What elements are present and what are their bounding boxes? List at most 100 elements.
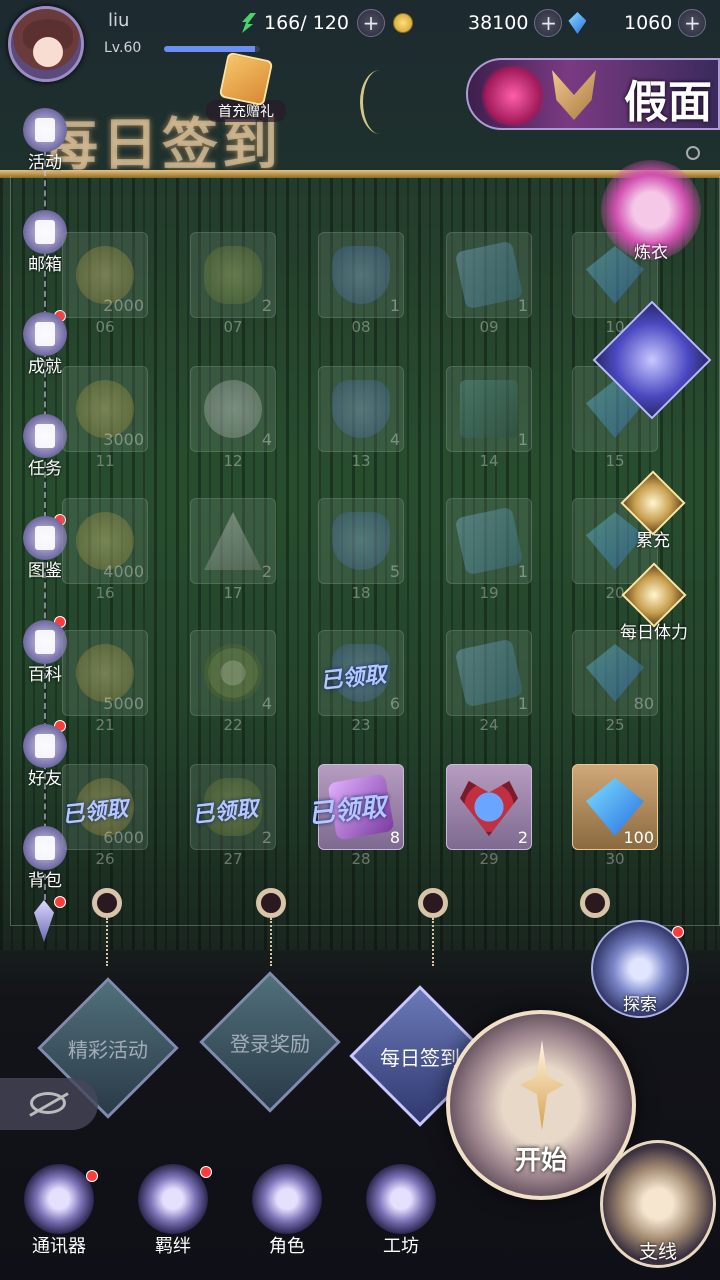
- checkin-day-cell[interactable]: 2 29: [446, 764, 532, 872]
- shop-button[interactable]: 商城: [592, 300, 712, 420]
- side-quest-button[interactable]: 支线: [600, 1140, 716, 1268]
- checkin-day-cell[interactable]: 4000 16: [62, 498, 148, 606]
- day-number: 23: [351, 716, 371, 734]
- gold-resource: 38100 +: [468, 8, 587, 38]
- checkin-day-cell[interactable]: 5000 21: [62, 630, 148, 738]
- day-number: 11: [95, 452, 115, 470]
- daily-stamina-button[interactable]: 每日体力: [604, 562, 704, 643]
- checkin-day-cell[interactable]: 100 30: [572, 764, 658, 872]
- day-number: 29: [479, 850, 499, 868]
- accumulated-recharge-button[interactable]: 累充: [610, 470, 696, 551]
- checkin-day-cell[interactable]: 2000 06: [62, 232, 148, 340]
- add-gold-button[interactable]: +: [534, 9, 563, 37]
- lianyi-button[interactable]: 炼衣: [596, 160, 706, 263]
- reward-quantity: 5: [389, 562, 400, 581]
- claimed-stamp: 已领取: [191, 796, 260, 829]
- nav-label: 羁绊: [155, 1236, 191, 1257]
- gem-resource: 1060 +: [624, 8, 707, 38]
- stamina-value: 166/ 120: [264, 12, 349, 34]
- checkin-day-cell[interactable]: 4 13: [318, 366, 404, 474]
- nav-character[interactable]: 角色: [242, 1164, 332, 1258]
- checkin-day-cell[interactable]: 4 22: [190, 630, 276, 738]
- explore-label: 探索: [623, 995, 657, 1015]
- pendant-chain: [106, 918, 108, 966]
- reward-quantity: 8: [389, 828, 400, 847]
- eye-off-icon: [30, 1092, 66, 1114]
- collapse-badge: [54, 896, 66, 908]
- lianyi-label: 炼衣: [634, 243, 668, 263]
- checkin-day-cell[interactable]: 1 08: [318, 232, 404, 340]
- masquerade-banner-text: 假面: [624, 77, 712, 128]
- gift-box-icon: [218, 51, 274, 107]
- potion-icon: [332, 246, 390, 304]
- checkin-day-cell[interactable]: 1 09: [446, 232, 532, 340]
- day-number: 19: [479, 584, 499, 602]
- add-stamina-button[interactable]: +: [356, 9, 385, 37]
- day-number: 25: [605, 716, 625, 734]
- sidebar-item-activity[interactable]: 活动: [14, 108, 76, 173]
- checkin-day-cell[interactable]: 1 19: [446, 498, 532, 606]
- nav-label: 通讯器: [32, 1236, 86, 1257]
- communicator-badge: [86, 1170, 98, 1182]
- claimed-stamp: 已领取: [319, 662, 388, 695]
- nav-bonds[interactable]: 羁绊: [128, 1164, 218, 1258]
- gold-coin-icon: [392, 13, 413, 33]
- character-icon: [252, 1164, 322, 1234]
- potion-icon: [332, 380, 390, 438]
- day-number: 15: [605, 452, 625, 470]
- masquerade-event-banner[interactable]: 假面: [466, 58, 720, 130]
- first-recharge-gift-button[interactable]: 首充赠礼: [206, 51, 286, 122]
- nav-workshop[interactable]: 工坊: [356, 1164, 446, 1258]
- day-number: 13: [351, 452, 371, 470]
- reward-quantity: 6000: [103, 828, 144, 847]
- card-icon: [454, 638, 524, 708]
- day-number: 22: [223, 716, 243, 734]
- pendant-ring: [418, 888, 448, 918]
- checkin-day-cell[interactable]: 2 07: [190, 232, 276, 340]
- stamina-icon: [242, 13, 256, 33]
- pendant-ring: [580, 888, 610, 918]
- day-number: 30: [605, 850, 625, 868]
- pendant-ring: [256, 888, 286, 918]
- day-number: 09: [479, 318, 499, 336]
- reward-quantity: 5000: [103, 694, 144, 713]
- checkin-day-cell[interactable]: 3000 11: [62, 366, 148, 474]
- day-number: 14: [479, 452, 499, 470]
- add-gem-button[interactable]: +: [678, 9, 707, 37]
- pendant-chain: [270, 918, 272, 966]
- side-quest-label: 支线: [638, 1241, 677, 1263]
- reward-quantity: 4: [261, 694, 272, 713]
- gem-value: 1060: [624, 12, 673, 34]
- reward-quantity: 1: [517, 296, 528, 315]
- card-icon: [454, 240, 524, 310]
- checkin-day-cell[interactable]: 5 18: [318, 498, 404, 606]
- day-number: 21: [95, 716, 115, 734]
- day-number: 18: [351, 584, 371, 602]
- checkin-day-cell[interactable]: 80 25: [572, 630, 658, 738]
- player-avatar[interactable]: [8, 6, 84, 82]
- reward-quantity: 2: [261, 296, 272, 315]
- gear-icon: [366, 1164, 436, 1234]
- checkin-day-cell[interactable]: 1 24: [446, 630, 532, 738]
- activity-icon: [23, 108, 67, 152]
- reward-quantity: 1: [517, 562, 528, 581]
- checkin-day-cell[interactable]: 1 14: [446, 366, 532, 474]
- reward-quantity: 4: [389, 430, 400, 449]
- reward-quantity: 100: [623, 828, 654, 847]
- tab-label: 登录奖励: [230, 1032, 310, 1056]
- achievements-icon: [23, 312, 67, 356]
- reward-quantity: 80: [633, 694, 654, 713]
- tab-login-rewards[interactable]: 登录奖励: [199, 971, 341, 1113]
- mailbox-icon: [23, 210, 67, 254]
- day-number: 12: [223, 452, 243, 470]
- heart-icon: [138, 1164, 208, 1234]
- checkin-day-cell[interactable]: 4 12: [190, 366, 276, 474]
- checkin-day-cell[interactable]: 2 17: [190, 498, 276, 606]
- reward-quantity: 6: [389, 694, 400, 713]
- nav-label: 工坊: [383, 1236, 419, 1257]
- potion-icon: [332, 512, 390, 570]
- hide-ui-button[interactable]: [0, 1078, 98, 1130]
- start-label: 开始: [514, 1146, 567, 1176]
- backpack-icon: [23, 826, 67, 870]
- reward-quantity: 4000: [103, 562, 144, 581]
